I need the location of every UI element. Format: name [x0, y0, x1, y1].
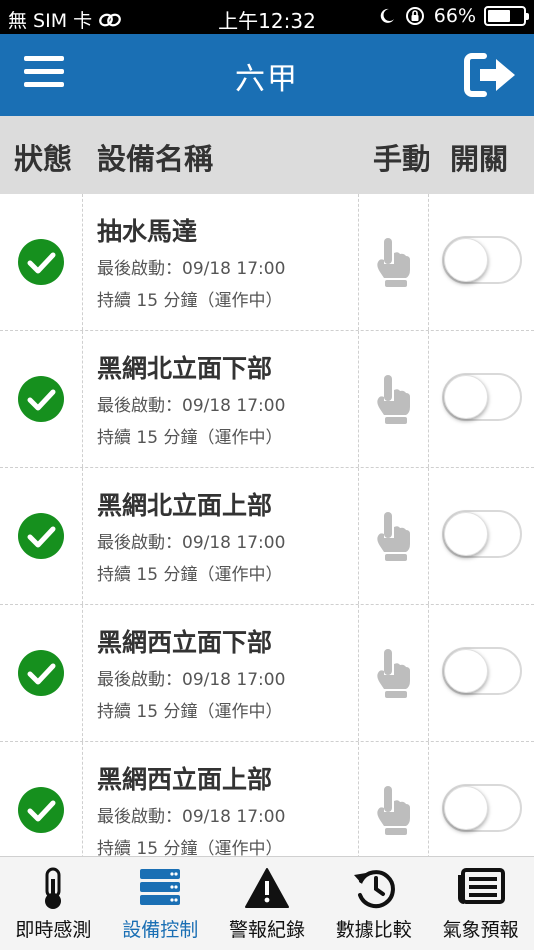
tab-label: 數據比較 — [335, 919, 412, 941]
row-divider — [428, 331, 429, 467]
device-switch-toggle[interactable] — [442, 236, 522, 284]
tab-device-control[interactable]: 設備控制 — [107, 857, 214, 950]
tab-label: 設備控制 — [122, 919, 199, 941]
device-last-start: 最後啟動：09/18 17:00 — [97, 807, 286, 827]
column-name: 設備名稱 — [97, 142, 214, 176]
device-switch-toggle[interactable] — [442, 510, 522, 558]
device-duration: 持續 15 分鐘（運作中） — [97, 428, 283, 448]
toggle-knob — [444, 786, 488, 830]
toggle-knob — [444, 375, 488, 419]
app-header: 六甲 — [0, 34, 534, 116]
device-duration: 持續 15 分鐘（運作中） — [97, 565, 283, 585]
device-last-start: 最後啟動：09/18 17:00 — [97, 259, 286, 279]
row-divider — [82, 331, 83, 467]
column-manual: 手動 — [373, 142, 429, 176]
tab-label: 即時感測 — [15, 919, 92, 941]
toggle-knob — [444, 238, 488, 282]
rotation-lock-icon — [405, 7, 424, 25]
row-divider — [82, 742, 83, 856]
status-bar-right: 66% — [378, 5, 529, 27]
row-divider — [428, 194, 429, 330]
row-divider — [358, 468, 359, 604]
logout-button[interactable] — [464, 52, 518, 98]
device-row: 黑網西立面下部 最後啟動：09/18 17:00 持續 15 分鐘（運作中） — [0, 605, 534, 742]
row-divider — [358, 194, 359, 330]
device-switch-toggle[interactable] — [442, 373, 522, 421]
device-name: 抽水馬達 — [97, 217, 198, 246]
tab-label: 氣象預報 — [442, 919, 519, 941]
column-header: 狀態 設備名稱 手動 開關 — [0, 116, 534, 194]
manual-hand-icon[interactable] — [374, 236, 414, 288]
device-duration: 持續 15 分鐘（運作中） — [97, 839, 283, 856]
row-divider — [358, 331, 359, 467]
device-last-start: 最後啟動：09/18 17:00 — [97, 396, 286, 416]
device-row: 黑網北立面上部 最後啟動：09/18 17:00 持續 15 分鐘（運作中） — [0, 468, 534, 605]
battery-percent: 66% — [433, 5, 476, 27]
device-name: 黑網西立面下部 — [97, 628, 273, 657]
tab-realtime-sensing[interactable]: 即時感測 — [0, 857, 107, 950]
manual-hand-icon[interactable] — [374, 647, 414, 699]
tab-weather-forecast[interactable]: 氣象預報 — [427, 857, 534, 950]
row-divider — [358, 742, 359, 856]
device-row: 黑網北立面下部 最後啟動：09/18 17:00 持續 15 分鐘（運作中） — [0, 331, 534, 468]
toggle-knob — [444, 649, 488, 693]
status-ok-icon — [18, 650, 64, 696]
device-switch-toggle[interactable] — [442, 784, 522, 832]
manual-hand-icon[interactable] — [374, 373, 414, 425]
toggle-knob — [444, 512, 488, 556]
battery-level — [488, 10, 511, 22]
warning-icon — [244, 868, 289, 908]
history-icon — [353, 870, 395, 909]
status-ok-icon — [18, 787, 64, 833]
row-divider — [358, 605, 359, 741]
tab-alarm-records[interactable]: 警報紀錄 — [214, 857, 321, 950]
tab-data-compare[interactable]: 數據比較 — [320, 857, 427, 950]
row-divider — [82, 194, 83, 330]
newspaper-icon — [457, 868, 505, 904]
device-last-start: 最後啟動：09/18 17:00 — [97, 670, 286, 690]
device-name: 黑網西立面上部 — [97, 765, 273, 794]
status-ok-icon — [18, 239, 64, 285]
device-duration: 持續 15 分鐘（運作中） — [97, 291, 283, 311]
row-divider — [428, 605, 429, 741]
logout-icon — [464, 53, 515, 97]
row-divider — [82, 605, 83, 741]
tab-label: 警報紀錄 — [228, 919, 305, 941]
status-ok-icon — [18, 513, 64, 559]
column-status: 狀態 — [14, 142, 73, 176]
device-row: 抽水馬達 最後啟動：09/18 17:00 持續 15 分鐘（運作中） — [0, 194, 534, 331]
device-name: 黑網北立面上部 — [97, 491, 273, 520]
column-switch: 開關 — [450, 142, 509, 176]
device-duration: 持續 15 分鐘（運作中） — [97, 702, 283, 722]
tab-bar: 即時感測 設備控制 警報紀錄 數據比較 氣象預報 — [0, 856, 534, 950]
moon-icon — [380, 8, 394, 23]
status-bar: 無 SIM 卡 上午12:32 66% — [0, 0, 534, 34]
page-title: 六甲 — [235, 62, 299, 97]
row-divider — [428, 742, 429, 856]
row-divider — [428, 468, 429, 604]
manual-hand-icon[interactable] — [374, 784, 414, 836]
server-icon — [140, 869, 181, 905]
device-name: 黑網北立面下部 — [97, 354, 273, 383]
battery-icon — [484, 6, 529, 26]
row-divider — [82, 468, 83, 604]
device-list[interactable]: 抽水馬達 最後啟動：09/18 17:00 持續 15 分鐘（運作中） 黑網北立… — [0, 194, 534, 856]
device-row: 黑網西立面上部 最後啟動：09/18 17:00 持續 15 分鐘（運作中） — [0, 742, 534, 856]
thermometer-icon — [45, 867, 62, 909]
status-ok-icon — [18, 376, 64, 422]
device-switch-toggle[interactable] — [442, 647, 522, 695]
device-last-start: 最後啟動：09/18 17:00 — [97, 533, 286, 553]
manual-hand-icon[interactable] — [374, 510, 414, 562]
